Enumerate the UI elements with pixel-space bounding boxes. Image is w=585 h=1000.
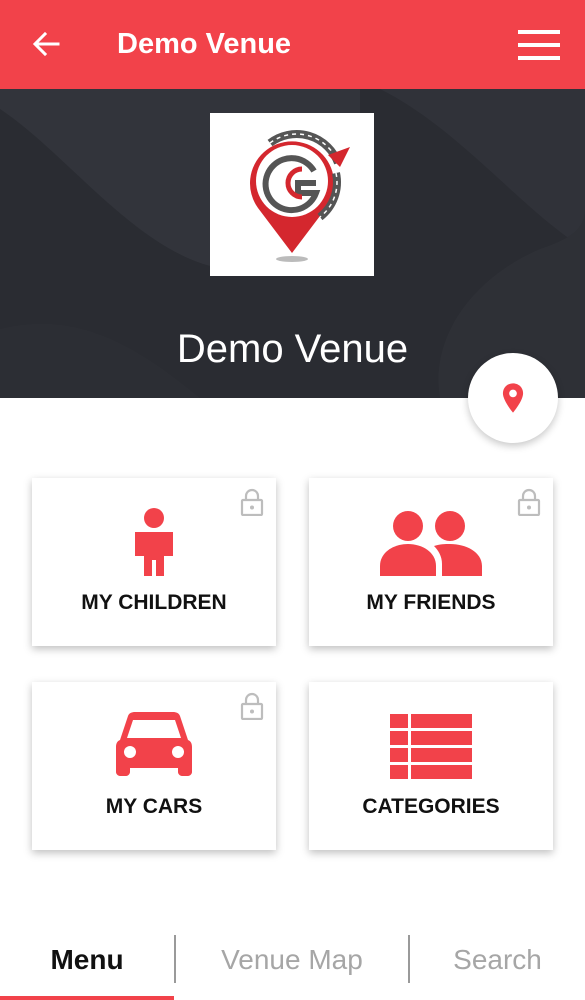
venue-hero: Demo Venue [0, 89, 585, 398]
card-label: MY CHILDREN [81, 591, 227, 614]
back-arrow-icon[interactable] [28, 26, 64, 62]
card-label: CATEGORIES [362, 795, 500, 818]
tab-label: Venue Map [221, 944, 363, 975]
tab-search[interactable]: Search [410, 920, 585, 1000]
child-icon [32, 508, 276, 584]
my-cars-card[interactable]: MY CARS [32, 682, 276, 850]
my-children-card[interactable]: MY CHILDREN [32, 478, 276, 646]
tab-label: Menu [50, 944, 124, 975]
categories-card[interactable]: CATEGORIES [309, 682, 553, 850]
my-friends-card[interactable]: MY FRIENDS [309, 478, 553, 646]
hamburger-menu-icon[interactable] [518, 28, 560, 62]
location-button[interactable] [468, 353, 558, 443]
tab-venue-map[interactable]: Venue Map [176, 920, 408, 1000]
map-pin-icon [502, 383, 524, 413]
card-label: MY FRIENDS [366, 591, 496, 614]
app-bar-title: Demo Venue [117, 28, 292, 60]
list-icon [309, 712, 553, 788]
app-bar: Demo Venue [0, 0, 585, 89]
tab-menu[interactable]: Menu [0, 920, 174, 1000]
tab-label: Search [453, 944, 542, 975]
friends-icon [309, 508, 553, 584]
card-label: MY CARS [105, 795, 203, 818]
active-tab-indicator [0, 996, 174, 1000]
car-icon [32, 712, 276, 788]
bottom-tab-bar: Menu Venue Map Search [0, 920, 585, 1000]
venue-logo [210, 113, 374, 276]
